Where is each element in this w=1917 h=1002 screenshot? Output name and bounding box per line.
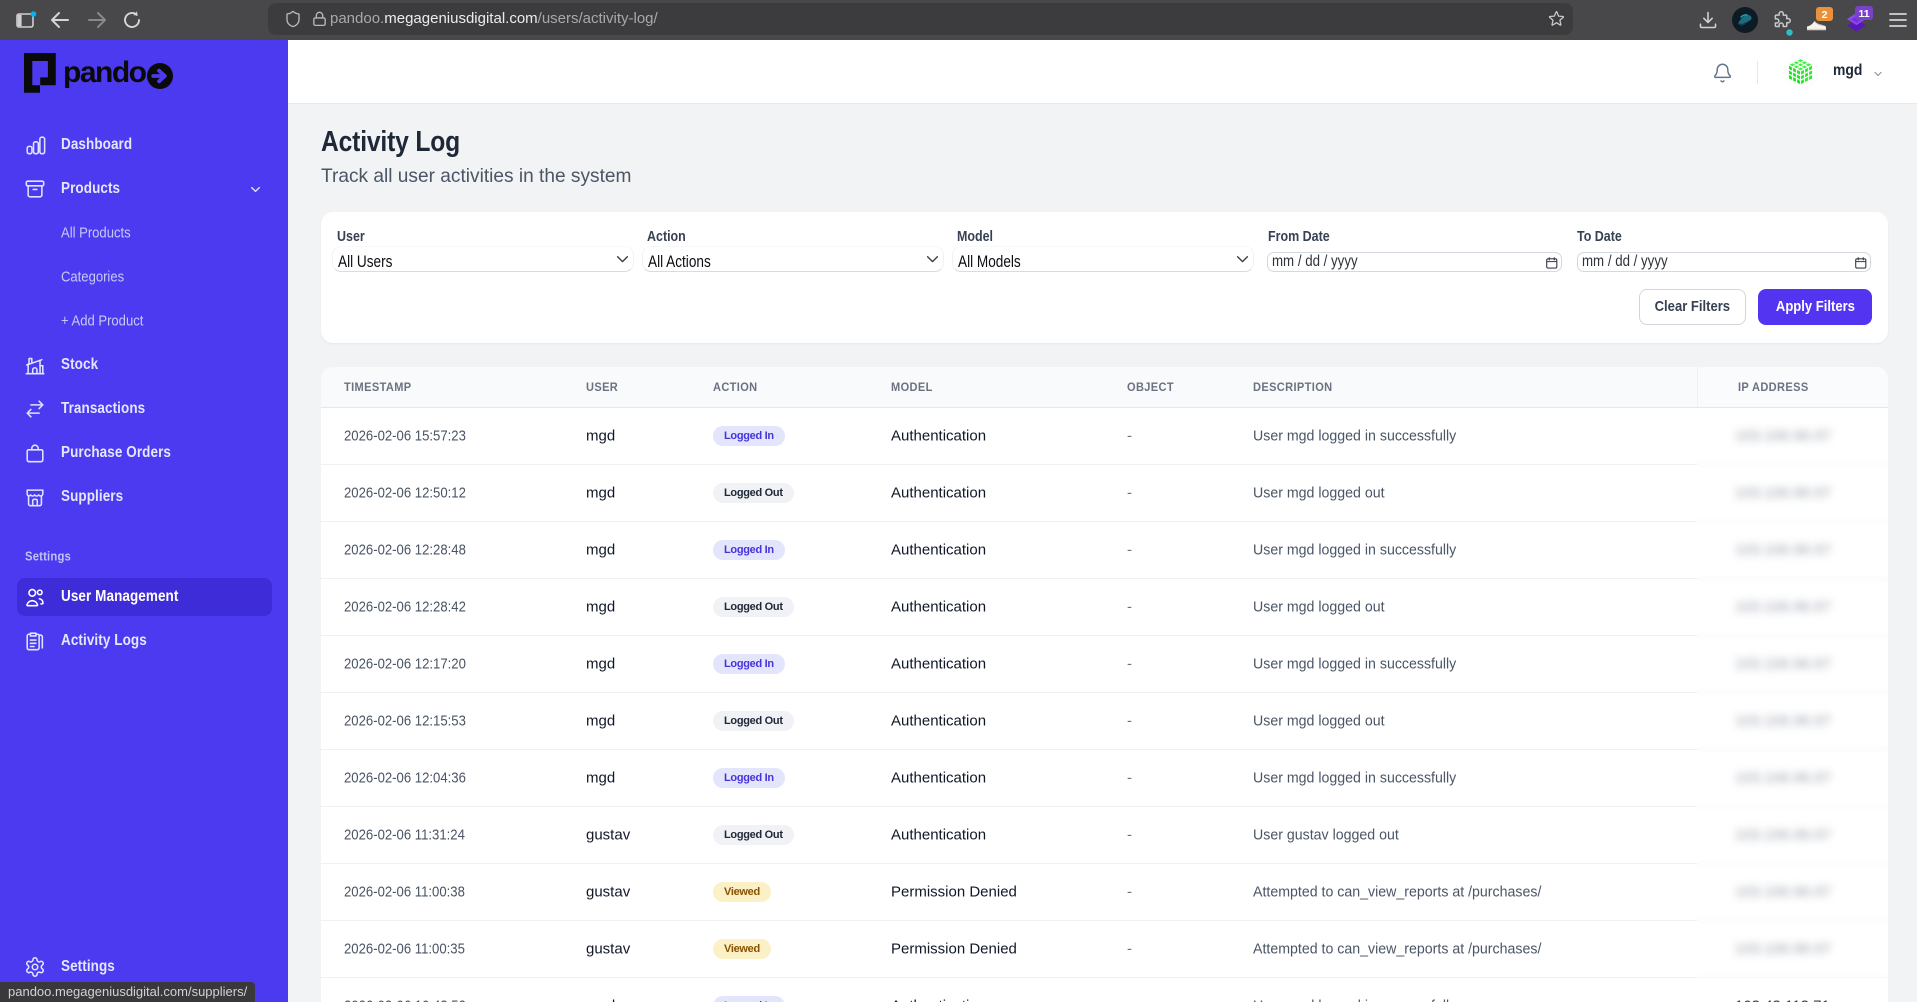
svg-text:2: 2 xyxy=(1822,9,1828,21)
svg-text:11: 11 xyxy=(1858,8,1869,20)
